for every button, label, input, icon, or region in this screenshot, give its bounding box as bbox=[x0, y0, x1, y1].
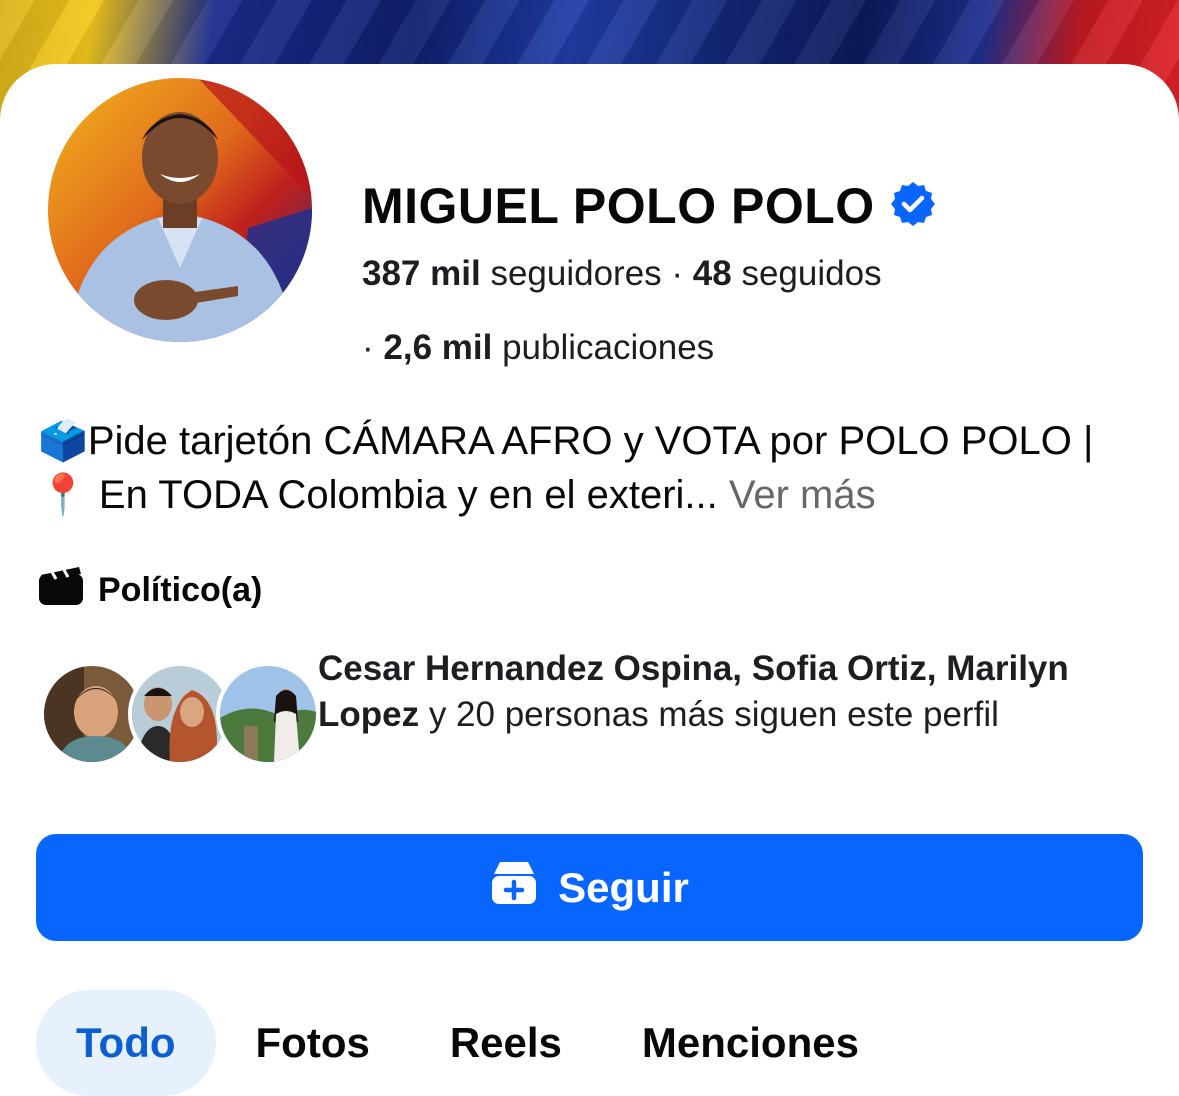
profile-avatar[interactable] bbox=[48, 78, 312, 342]
posts-stats: · 2,6 mil publicaciones bbox=[362, 328, 714, 368]
tab-fotos[interactable]: Fotos bbox=[216, 990, 410, 1096]
separator-dot: · bbox=[671, 254, 684, 293]
follow-stats: 387 mil seguidores · 48 seguidos bbox=[362, 254, 882, 294]
following-label: seguidos bbox=[741, 254, 882, 293]
posts-label: publicaciones bbox=[502, 328, 715, 367]
category-row: Político(a) bbox=[38, 566, 263, 611]
profile-bio: 🗳️Pide tarjetón CÁMARA AFRO y VOTA por P… bbox=[38, 414, 1148, 522]
follow-button[interactable]: Seguir bbox=[36, 834, 1143, 941]
see-more-link[interactable]: Ver más bbox=[729, 473, 876, 517]
following-count: 48 bbox=[692, 254, 732, 293]
verified-badge-icon bbox=[889, 180, 937, 233]
separator-dot: · bbox=[362, 328, 374, 367]
clapperboard-icon bbox=[38, 566, 84, 615]
profile-card: MIGUEL POLO POLO 387 mil seguidores · 48… bbox=[0, 64, 1179, 1096]
posts-count: 2,6 mil bbox=[383, 328, 493, 367]
tab-reels[interactable]: Reels bbox=[410, 990, 602, 1096]
follow-button-label: Seguir bbox=[558, 863, 689, 911]
profile-tabs: Todo Fotos Reels Menciones bbox=[36, 990, 899, 1096]
following-link[interactable]: 48 seguidos bbox=[693, 254, 882, 293]
profile-name-row: MIGUEL POLO POLO bbox=[362, 176, 937, 236]
category-label: Político(a) bbox=[98, 570, 263, 609]
avatar-photo bbox=[48, 78, 312, 342]
tab-todo[interactable]: Todo bbox=[36, 990, 216, 1096]
ballot-box-icon: 🗳️ bbox=[38, 419, 88, 463]
mutual-avatar-3 bbox=[216, 662, 320, 766]
profile-name: MIGUEL POLO POLO bbox=[362, 178, 875, 234]
tab-menciones[interactable]: Menciones bbox=[602, 990, 899, 1096]
bio-text-part-1: Pide tarjetón CÁMARA AFRO y VOTA por POL… bbox=[87, 419, 1094, 463]
bio-text-part-2: En TODA Colombia y en el exteri... bbox=[87, 473, 718, 517]
followers-link[interactable]: 387 mil seguidores bbox=[362, 254, 662, 293]
mutual-followers-text: Cesar Hernandez Ospina, Sofia Ortiz, Mar… bbox=[318, 646, 1138, 738]
mutual-followers-suffix: y 20 personas más siguen este perfil bbox=[419, 695, 999, 734]
pin-icon: 📍 bbox=[38, 473, 88, 517]
followers-count: 387 mil bbox=[362, 254, 481, 293]
follow-box-plus-icon bbox=[490, 860, 538, 916]
mutual-follower-avatars[interactable] bbox=[40, 662, 330, 766]
followers-label: seguidores bbox=[490, 254, 662, 293]
